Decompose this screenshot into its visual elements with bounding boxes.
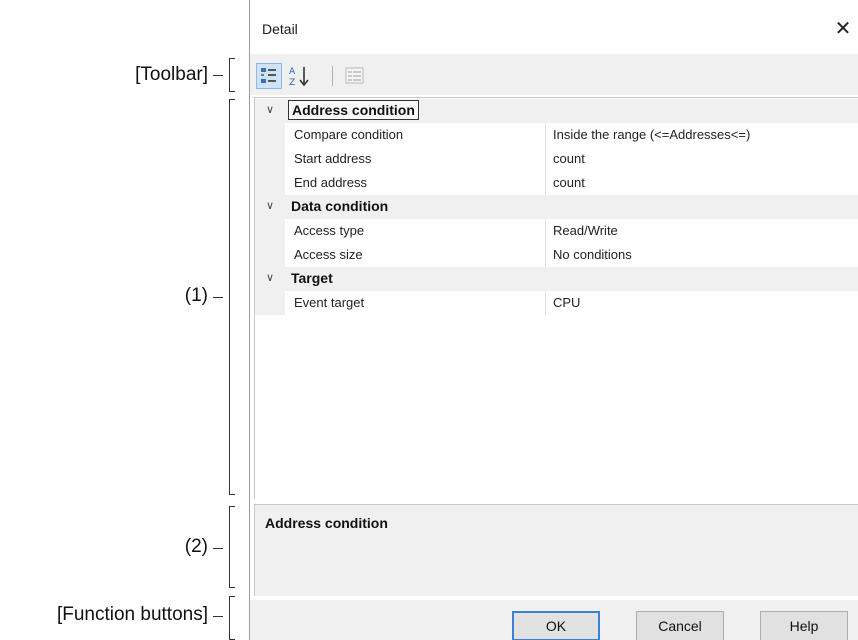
property-value[interactable]: No conditions: [553, 247, 632, 262]
dialog-title: Detail: [262, 21, 298, 37]
category-row-target[interactable]: ∨ Target: [255, 267, 858, 291]
property-row[interactable]: Access size No conditions: [255, 243, 858, 267]
property-name: Event target: [294, 295, 365, 310]
title-bar: Detail ✕: [250, 0, 858, 54]
close-icon[interactable]: ✕: [828, 12, 858, 44]
property-name: Start address: [294, 151, 372, 166]
property-name: Access type: [294, 223, 365, 238]
chevron-down-icon[interactable]: ∨: [263, 270, 277, 286]
chevron-down-icon[interactable]: ∨: [263, 198, 277, 214]
description-title: Address condition: [265, 515, 388, 531]
categorized-view-icon: [261, 68, 276, 83]
toolbar-annotation-tick: [213, 75, 223, 76]
area1-annotation-tick: [213, 297, 223, 298]
property-name: Compare condition: [294, 127, 404, 142]
function-buttons-annotation-tick: [213, 616, 223, 617]
column-divider: [545, 291, 546, 315]
ok-button[interactable]: OK: [512, 611, 600, 640]
toolbar-separator: [332, 66, 333, 86]
function-buttons-bar: OK Cancel Help: [250, 600, 858, 640]
column-divider: [545, 243, 546, 267]
grid-margin: [255, 243, 285, 267]
property-row[interactable]: Compare condition Inside the range (<=Ad…: [255, 123, 858, 147]
property-row[interactable]: End address count: [255, 171, 858, 195]
property-pages-icon: [345, 67, 364, 84]
chevron-down-icon[interactable]: ∨: [263, 102, 277, 118]
categorized-view-button[interactable]: [256, 63, 282, 89]
property-grid: ∨ Address condition Compare condition In…: [254, 97, 858, 499]
toolbar: A Z: [250, 54, 858, 95]
property-value[interactable]: CPU: [553, 295, 580, 310]
grid-margin: ∨: [255, 99, 285, 123]
area2-annotation: (2): [184, 536, 208, 557]
category-row-data-condition[interactable]: ∨ Data condition: [255, 195, 858, 219]
grid-margin: [255, 171, 285, 195]
detail-dialog: Detail ✕ A Z ∨ Address condition Compare…: [249, 0, 858, 640]
toolbar-bracket: [229, 58, 235, 92]
property-value[interactable]: count: [553, 151, 585, 166]
grid-margin: ∨: [255, 195, 285, 219]
category-label: Target: [291, 270, 333, 286]
area2-annotation-tick: [213, 548, 223, 549]
function-buttons-bracket: [229, 596, 235, 640]
svg-text:A: A: [289, 67, 296, 77]
column-divider: [545, 147, 546, 171]
grid-margin: [255, 123, 285, 147]
property-name: End address: [294, 175, 367, 190]
property-value[interactable]: count: [553, 175, 585, 190]
grid-margin: [255, 147, 285, 171]
property-pages-button[interactable]: [342, 63, 368, 89]
cancel-button[interactable]: Cancel: [636, 611, 724, 640]
area1-bracket: [229, 99, 235, 495]
grid-margin: [255, 219, 285, 243]
alphabetical-sort-icon: A Z: [289, 67, 309, 88]
grid-margin: ∨: [255, 267, 285, 291]
property-row[interactable]: Access type Read/Write: [255, 219, 858, 243]
property-row[interactable]: Start address count: [255, 147, 858, 171]
category-label: Data condition: [291, 198, 389, 214]
column-divider: [545, 219, 546, 243]
area1-annotation: (1): [184, 285, 208, 306]
property-value[interactable]: Read/Write: [553, 223, 618, 238]
alphabetical-sort-button[interactable]: A Z: [286, 63, 312, 89]
svg-text:Z: Z: [289, 78, 295, 88]
toolbar-annotation: [Toolbar]: [135, 64, 208, 85]
category-label: Address condition: [288, 100, 419, 120]
property-value[interactable]: Inside the range (<=Addresses<=): [553, 127, 750, 142]
property-name: Access size: [294, 247, 363, 262]
help-button[interactable]: Help: [760, 611, 848, 640]
column-divider: [545, 123, 546, 147]
property-row[interactable]: Event target CPU: [255, 291, 858, 315]
function-buttons-annotation: [Function buttons]: [56, 604, 208, 625]
category-row-address-condition[interactable]: ∨ Address condition: [255, 99, 858, 123]
grid-margin: [255, 291, 285, 315]
area2-bracket: [229, 506, 235, 588]
description-panel: Address condition: [254, 504, 858, 596]
column-divider: [545, 171, 546, 195]
